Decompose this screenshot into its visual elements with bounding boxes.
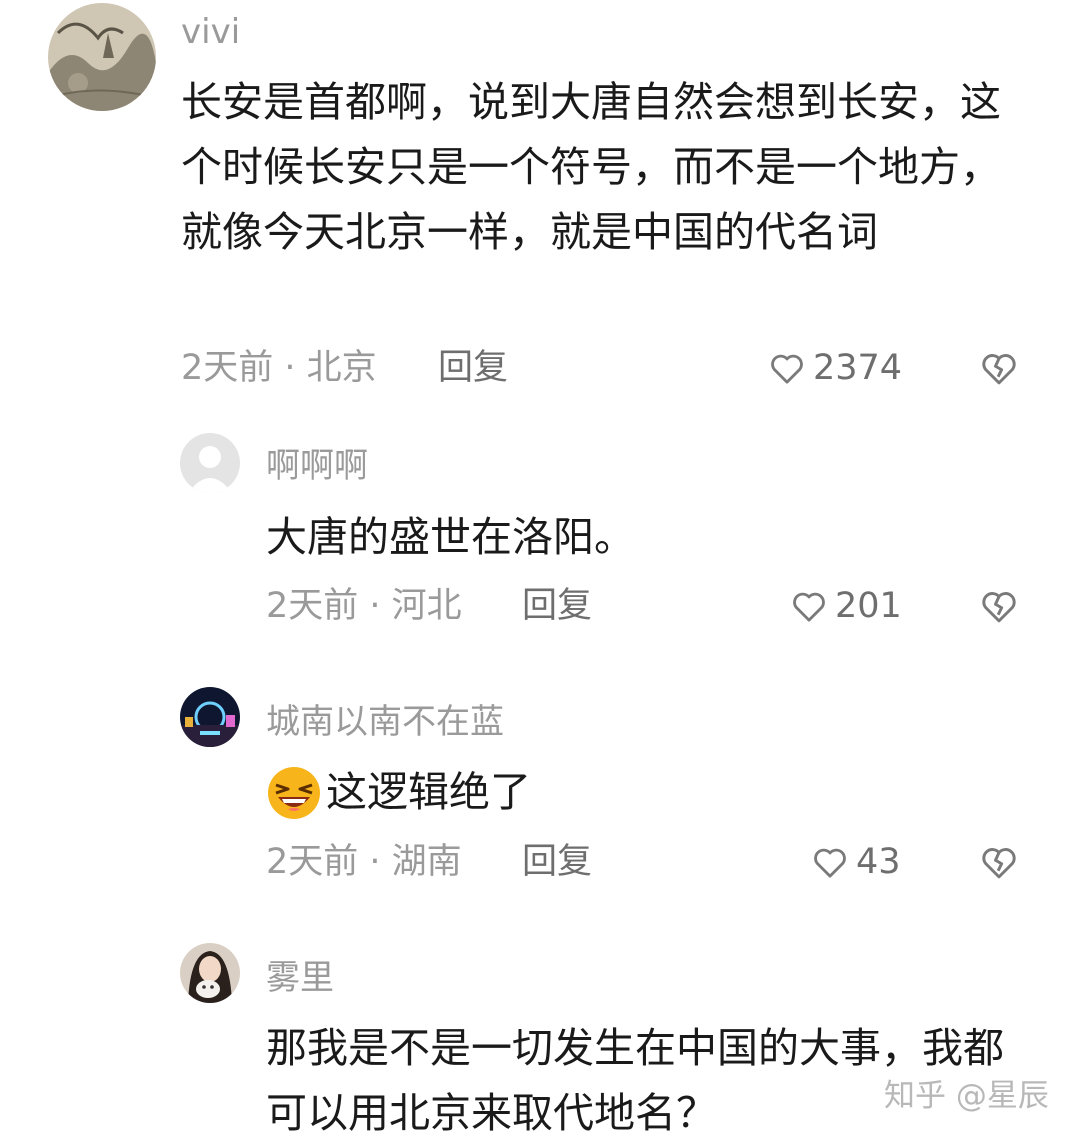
like-button[interactable]: 43 xyxy=(810,840,901,884)
username[interactable]: vivi xyxy=(181,12,240,52)
heart-icon xyxy=(771,354,803,384)
portrait-with-cat-avatar xyxy=(180,943,240,1003)
comment-text-value: 这逻辑绝了 xyxy=(326,768,531,816)
user-avatar[interactable] xyxy=(48,3,156,111)
heart-icon xyxy=(793,592,825,622)
reply-button[interactable]: 回复 xyxy=(438,346,508,390)
like-count: 201 xyxy=(835,586,902,626)
watermark: 知乎 @星辰 xyxy=(884,1078,1049,1114)
user-avatar[interactable] xyxy=(180,687,240,747)
timestamp-location: 2天前 · 北京 xyxy=(181,348,377,388)
reply-button[interactable]: 回复 xyxy=(522,584,592,628)
comment-text: 大唐的盛世在洛阳。 xyxy=(266,513,635,561)
landscape-painting-avatar xyxy=(48,3,156,111)
like-button[interactable]: 2374 xyxy=(767,346,902,390)
username[interactable]: 雾里 xyxy=(266,958,334,998)
default-user-icon xyxy=(180,433,240,493)
user-avatar[interactable] xyxy=(180,943,240,1003)
username[interactable]: 城南以南不在蓝 xyxy=(266,702,504,742)
timestamp-location: 2天前 · 湖南 xyxy=(266,842,462,882)
heart-icon xyxy=(814,848,846,878)
laughing-face-emoji-icon xyxy=(268,766,320,819)
like-button[interactable]: 201 xyxy=(789,584,902,628)
broken-heart-icon[interactable] xyxy=(978,841,1020,883)
like-count: 43 xyxy=(856,842,901,882)
broken-heart-icon[interactable] xyxy=(978,585,1020,627)
broken-heart-icon[interactable] xyxy=(978,347,1020,389)
night-city-avatar xyxy=(180,687,240,747)
reply-button[interactable]: 回复 xyxy=(522,840,592,884)
timestamp-location: 2天前 · 河北 xyxy=(266,586,462,626)
user-avatar[interactable] xyxy=(180,433,240,493)
comment-text: 这逻辑绝了 xyxy=(266,760,1026,825)
comment-text: 长安是首都啊，说到大唐自然会想到长安，这个时候长安只是一个符号，而不是一个地方，… xyxy=(181,78,1001,256)
username[interactable]: 啊啊啊 xyxy=(266,446,368,486)
like-count: 2374 xyxy=(813,348,903,388)
